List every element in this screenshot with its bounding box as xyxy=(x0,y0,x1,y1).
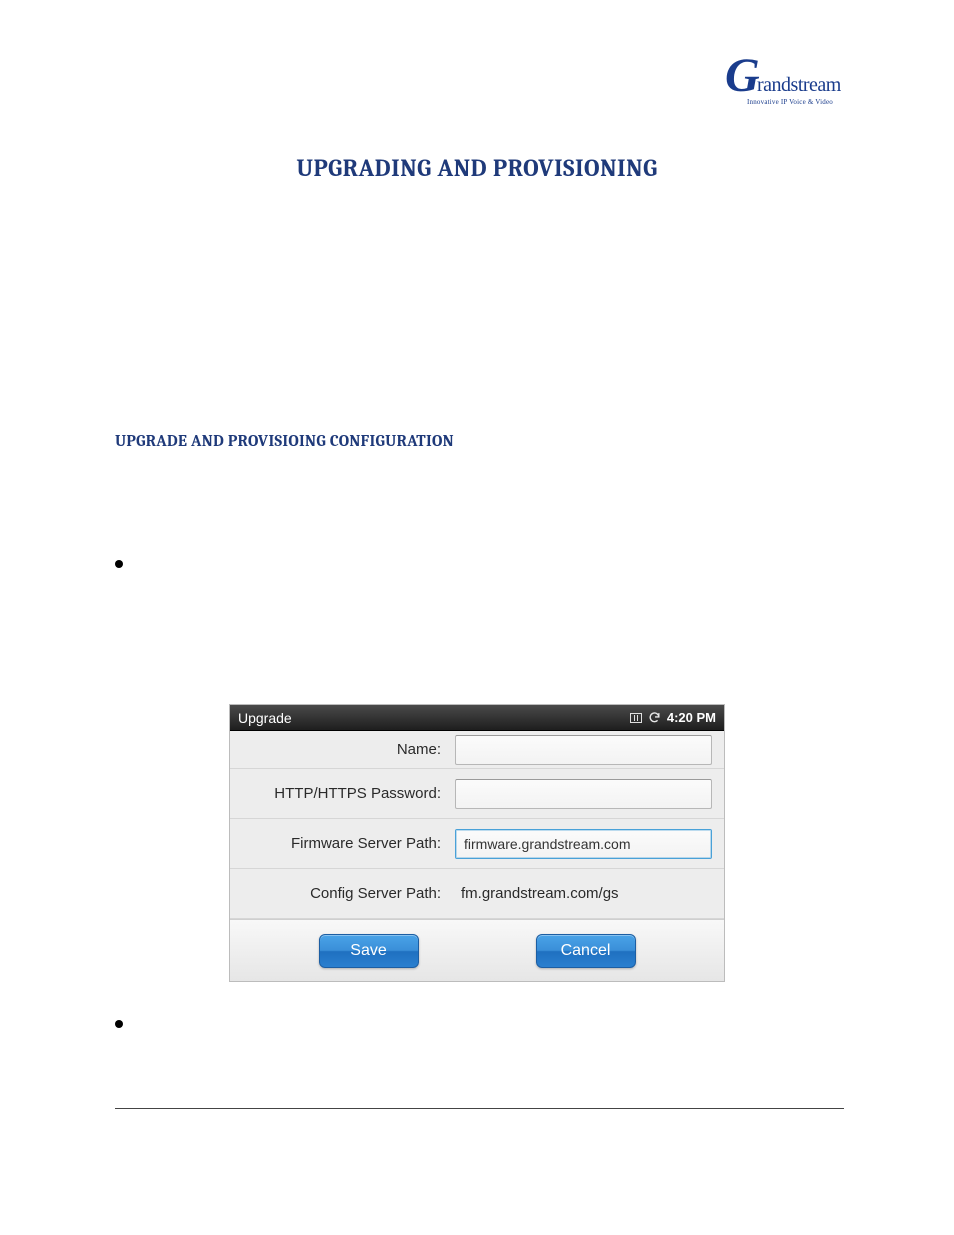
panel-title: Upgrade xyxy=(238,710,630,726)
config-value: fm.grandstream.com/gs xyxy=(455,885,712,902)
panel-titlebar: Upgrade 4:20 PM xyxy=(230,705,724,731)
upgrade-panel: Upgrade 4:20 PM Name: HTTP/HTTPS Passwor… xyxy=(229,704,725,982)
button-bar: Save Cancel xyxy=(230,919,724,981)
logo-g-glyph: G xyxy=(725,48,760,103)
password-input[interactable] xyxy=(455,779,712,809)
cancel-button[interactable]: Cancel xyxy=(536,934,636,968)
row-name: Name: xyxy=(230,731,724,769)
bullet-icon xyxy=(115,560,123,568)
brand-logo: G randstream Innovative IP Voice & Video xyxy=(729,60,859,115)
sim-icon xyxy=(630,713,642,723)
logo-brand-text: randstream xyxy=(757,74,841,97)
footer-divider xyxy=(115,1108,844,1109)
bullet-icon xyxy=(115,1020,123,1028)
save-button[interactable]: Save xyxy=(319,934,419,968)
section-title: UPGRADE AND PROVISIOING CONFIGURATION xyxy=(115,432,454,450)
firmware-input[interactable] xyxy=(455,829,712,859)
config-label: Config Server Path: xyxy=(230,885,455,902)
name-input[interactable] xyxy=(455,735,712,765)
row-config: Config Server Path: fm.grandstream.com/g… xyxy=(230,869,724,919)
firmware-label: Firmware Server Path: xyxy=(230,835,455,852)
row-password: HTTP/HTTPS Password: xyxy=(230,769,724,819)
logo-tagline: Innovative IP Voice & Video xyxy=(747,98,833,106)
page-title: UPGRADING AND PROVISIONING xyxy=(0,154,954,182)
row-firmware: Firmware Server Path: xyxy=(230,819,724,869)
form-rows: Name: HTTP/HTTPS Password: Firmware Serv… xyxy=(230,731,724,919)
name-label: Name: xyxy=(230,741,455,758)
password-label: HTTP/HTTPS Password: xyxy=(230,785,455,802)
status-time: 4:20 PM xyxy=(667,710,716,725)
refresh-icon xyxy=(648,711,661,724)
status-icons: 4:20 PM xyxy=(630,710,716,725)
